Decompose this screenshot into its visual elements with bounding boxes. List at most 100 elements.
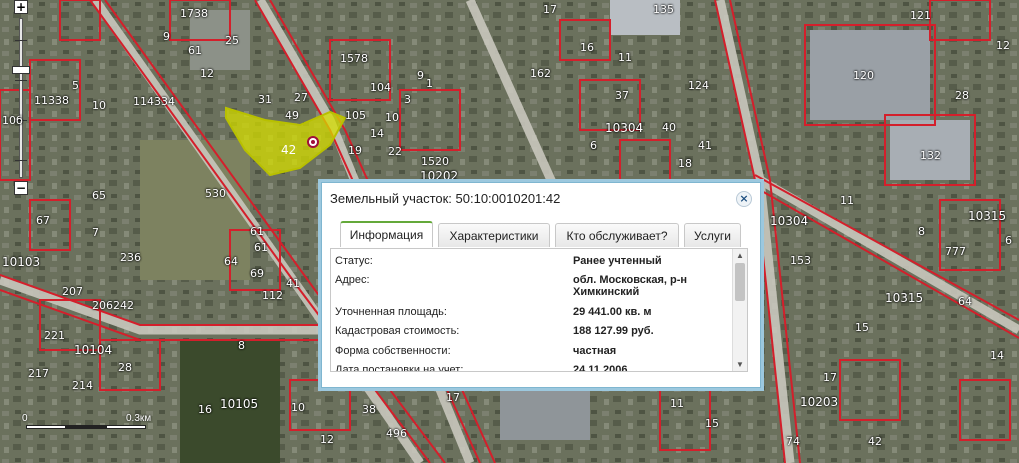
- plot-label: 27: [294, 91, 308, 104]
- plot-label: 64: [958, 295, 972, 308]
- plot-label: 40: [662, 121, 676, 134]
- plot-label: 12: [996, 39, 1010, 52]
- scrollbar[interactable]: ▲ ▼: [732, 249, 747, 371]
- plot-label: 10304: [770, 214, 809, 228]
- zoom-slider-track[interactable]: [19, 18, 23, 178]
- plot-label: 65: [92, 189, 106, 202]
- field-label: Уточненная площадь:: [335, 306, 447, 318]
- plot-label: 10304: [605, 121, 644, 135]
- plot-label: 777: [945, 245, 966, 258]
- plot-label: 207: [62, 285, 83, 298]
- plot-label: 38: [362, 403, 376, 416]
- plot-label: 1738: [180, 7, 208, 20]
- field-label: Форма собственности:: [335, 345, 451, 357]
- info-panel[interactable]: Статус: Ранее учтенный Адрес: обл. Моско…: [330, 248, 748, 372]
- plot-label: 14: [370, 127, 384, 140]
- tab-who-serves[interactable]: Кто обслуживает?: [555, 223, 679, 247]
- location-marker-icon[interactable]: [307, 136, 319, 148]
- field-label: Адрес:: [335, 274, 370, 286]
- zoom-tick: [15, 160, 27, 161]
- plot-label: 135: [653, 3, 674, 16]
- close-icon[interactable]: ×: [736, 191, 752, 207]
- scale-segment: [26, 425, 66, 429]
- plot-label: 10104: [74, 343, 113, 357]
- plot-label: 22: [388, 145, 402, 158]
- field-value: обл. Московская, р-н Химкинский: [573, 274, 688, 298]
- plot-label: 14: [990, 349, 1004, 362]
- scale-segment: [106, 425, 146, 429]
- field-value: 188 127.99 руб.: [573, 325, 654, 337]
- plot-label: 10202: [420, 169, 459, 183]
- plot-label: 16: [580, 41, 594, 54]
- plot-label: 28: [955, 89, 969, 102]
- plot-label: 1578: [340, 52, 368, 65]
- plot-label: 42: [868, 435, 882, 448]
- plot-label: 114334: [133, 95, 175, 108]
- selected-parcel-label: 42: [281, 143, 297, 157]
- plot-label: 530: [205, 187, 226, 200]
- plot-label: 11: [618, 51, 632, 64]
- tab-information[interactable]: Информация: [340, 221, 433, 247]
- plot-label: 242: [113, 299, 134, 312]
- plot-label: 15: [705, 417, 719, 430]
- plot-label: 41: [698, 139, 712, 152]
- plot-label: 112: [262, 289, 283, 302]
- plot-label: 153: [790, 254, 811, 267]
- plot-label: 12: [320, 433, 334, 446]
- field-label: Кадастровая стоимость:: [335, 325, 460, 337]
- tab-characteristics[interactable]: Характеристики: [438, 223, 550, 247]
- field-value: 29 441.00 кв. м: [573, 306, 652, 318]
- scale-bar: 0 0.3км: [22, 413, 156, 437]
- plot-label: 17: [543, 3, 557, 16]
- zoom-in-button[interactable]: +: [14, 0, 28, 14]
- tab-services[interactable]: Услуги: [684, 223, 741, 247]
- plot-label: 61: [188, 44, 202, 57]
- plot-label: 217: [28, 367, 49, 380]
- field-label: Статус:: [335, 255, 373, 267]
- plot-label: 10: [291, 401, 305, 414]
- plot-label: 49: [285, 109, 299, 122]
- zoom-out-button[interactable]: −: [14, 181, 28, 195]
- plot-label: 69: [250, 267, 264, 280]
- plot-label: 1: [426, 77, 433, 90]
- zoom-tick: [15, 40, 27, 41]
- scroll-down-icon[interactable]: ▼: [736, 360, 744, 369]
- plot-label: 17: [823, 371, 837, 384]
- plot-label: 19: [348, 144, 362, 157]
- plot-label: 61: [254, 241, 268, 254]
- zoom-slider-handle[interactable]: [12, 66, 30, 74]
- scroll-up-icon[interactable]: ▲: [736, 251, 744, 260]
- plot-label: 11: [840, 194, 854, 207]
- plot-label: 11: [670, 397, 684, 410]
- plot-label: 41: [286, 277, 300, 290]
- plot-label: 15: [855, 321, 869, 334]
- building-area: [500, 390, 590, 440]
- plot-label: 16: [198, 403, 212, 416]
- plot-label: 7: [92, 226, 99, 239]
- plot-label: 120: [853, 69, 874, 82]
- plot-label: 496: [386, 427, 407, 440]
- plot-label: 121: [910, 9, 931, 22]
- parcel-info-popup: Земельный участок: 50:10:0010201:42 × Ин…: [321, 182, 761, 388]
- plot-label: 12: [200, 67, 214, 80]
- plot-label: 28: [118, 361, 132, 374]
- plot-label: 5: [72, 79, 79, 92]
- plot-label: 132: [920, 149, 941, 162]
- plot-label: 31: [258, 93, 272, 106]
- plot-label: 3: [404, 93, 411, 106]
- plot-label: 61: [250, 225, 264, 238]
- plot-label: 236: [120, 251, 141, 264]
- plot-label: 10: [92, 99, 106, 112]
- scale-segment: [66, 425, 106, 429]
- plot-label: 10315: [885, 291, 924, 305]
- plot-label: 10: [385, 111, 399, 124]
- plot-label: 6: [1005, 234, 1012, 247]
- plot-label: 162: [530, 67, 551, 80]
- scrollbar-thumb[interactable]: [735, 263, 745, 301]
- plot-label: 206: [92, 299, 113, 312]
- plot-label: 74: [786, 435, 800, 448]
- plot-label: 18: [678, 157, 692, 170]
- plot-label: 37: [615, 89, 629, 102]
- plot-label: 105: [345, 109, 366, 122]
- plot-label: 25: [225, 34, 239, 47]
